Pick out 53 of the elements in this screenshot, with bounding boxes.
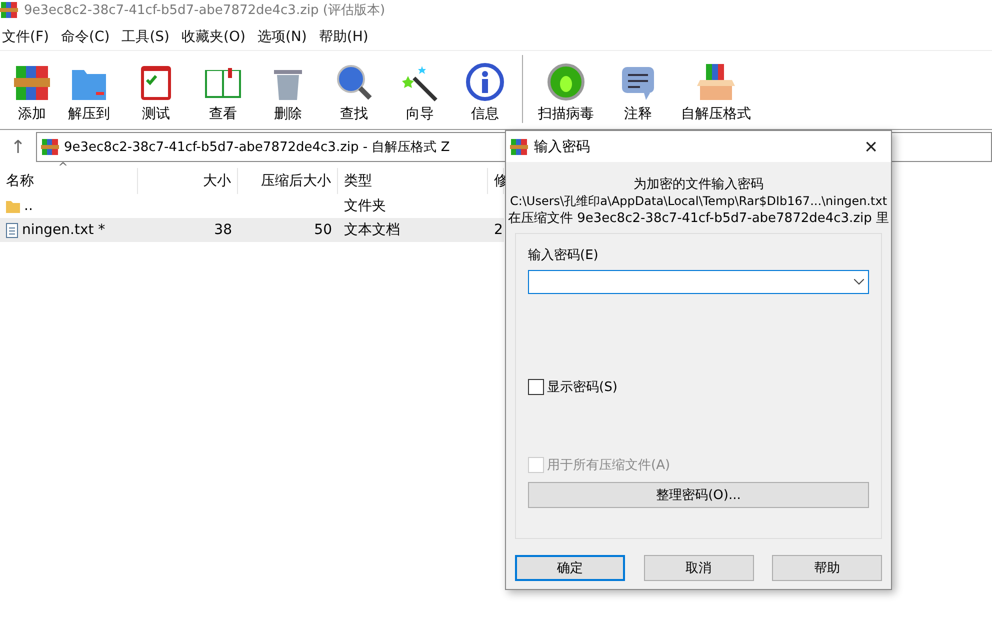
menu-item[interactable]: 工具(S)	[122, 28, 170, 46]
text-file-icon	[6, 222, 18, 238]
menu-item[interactable]: 收藏夹(O)	[182, 28, 246, 46]
type-cell: 文本文档	[344, 221, 400, 239]
dialog-button[interactable]: 帮助	[772, 555, 882, 581]
dialog-button[interactable]: 取消	[644, 555, 754, 581]
menu-item[interactable]: 命令(C)	[60, 28, 110, 46]
type-cell: 文件夹	[344, 197, 386, 215]
file-name: ningen.txt *	[22, 222, 106, 238]
size-cell: 38	[214, 222, 232, 238]
menu-item[interactable]: 选项(N)	[257, 28, 307, 46]
info-icon	[465, 62, 505, 102]
up-button[interactable]: ↑	[0, 136, 36, 158]
folder-icon	[6, 199, 20, 213]
toolbar-button[interactable]: 解压到	[56, 62, 122, 127]
column-header[interactable]: 类型	[338, 168, 488, 194]
toolbar-button[interactable]: 删除	[256, 62, 320, 127]
file-row[interactable]: ningen.txt * 38 50 文本文档 2	[0, 218, 504, 242]
column-header[interactable]: 名称	[0, 168, 138, 194]
toolbar-button[interactable]: 向导	[388, 62, 452, 127]
modified-cell: 2	[494, 222, 503, 238]
column-header[interactable]: 大小	[138, 168, 238, 194]
chevron-down-icon	[854, 279, 864, 285]
file-row[interactable]: .. 文件夹	[0, 194, 504, 218]
dialog-button[interactable]: 确定	[515, 555, 625, 581]
field-label: 输入密码(E)	[528, 247, 600, 264]
organize-passwords-button[interactable]: 整理密码(O)...	[528, 482, 869, 508]
column-header[interactable]: 压缩后大小	[238, 168, 338, 194]
dialog-heading: 为加密的文件输入密码	[634, 176, 764, 193]
archive-name: 在压缩文件 9e3ec8c2-38c7-41cf-b5d7-abe7872de4c3.zip 里	[508, 210, 890, 227]
toolbar-button[interactable]: 扫描病毒	[527, 62, 605, 127]
toolbar-button[interactable]: 测试	[122, 62, 190, 127]
file-name: ..	[24, 198, 33, 214]
close-button[interactable]: ×	[851, 131, 891, 162]
box-icon	[696, 62, 736, 102]
menu-item[interactable]: 文件(F)	[2, 28, 49, 46]
dialog-title: 输入密码	[534, 138, 591, 156]
toolbar-button[interactable]: 自解压格式	[671, 62, 761, 127]
toolbar-button[interactable]: 添加	[8, 62, 56, 127]
file-path: C:\Users\孔维印a\AppData\Local\Temp\Rar$DIb167...\ningen.txt	[510, 193, 888, 210]
toolbar-button[interactable]: 信息	[452, 62, 518, 127]
toolbar-button[interactable]: 查看	[190, 62, 256, 127]
toolbar-button[interactable]: 查找	[320, 62, 388, 127]
window-title: 9e3ec8c2-38c7-41cf-b5d7-abe7872de4c3.zip (评估版本)	[24, 2, 386, 19]
menu-item[interactable]: 帮助(H)	[318, 28, 368, 46]
archive-icon	[510, 138, 528, 156]
magnifier-icon	[334, 62, 374, 102]
packed-size-cell: 50	[314, 222, 332, 238]
archive-icon	[41, 138, 59, 156]
password-field[interactable]	[528, 270, 869, 294]
archive-icon	[0, 1, 18, 19]
toolbar-button[interactable]: 注释	[605, 62, 671, 127]
checkbox-option[interactable]: 显示密码(S)	[528, 378, 869, 396]
